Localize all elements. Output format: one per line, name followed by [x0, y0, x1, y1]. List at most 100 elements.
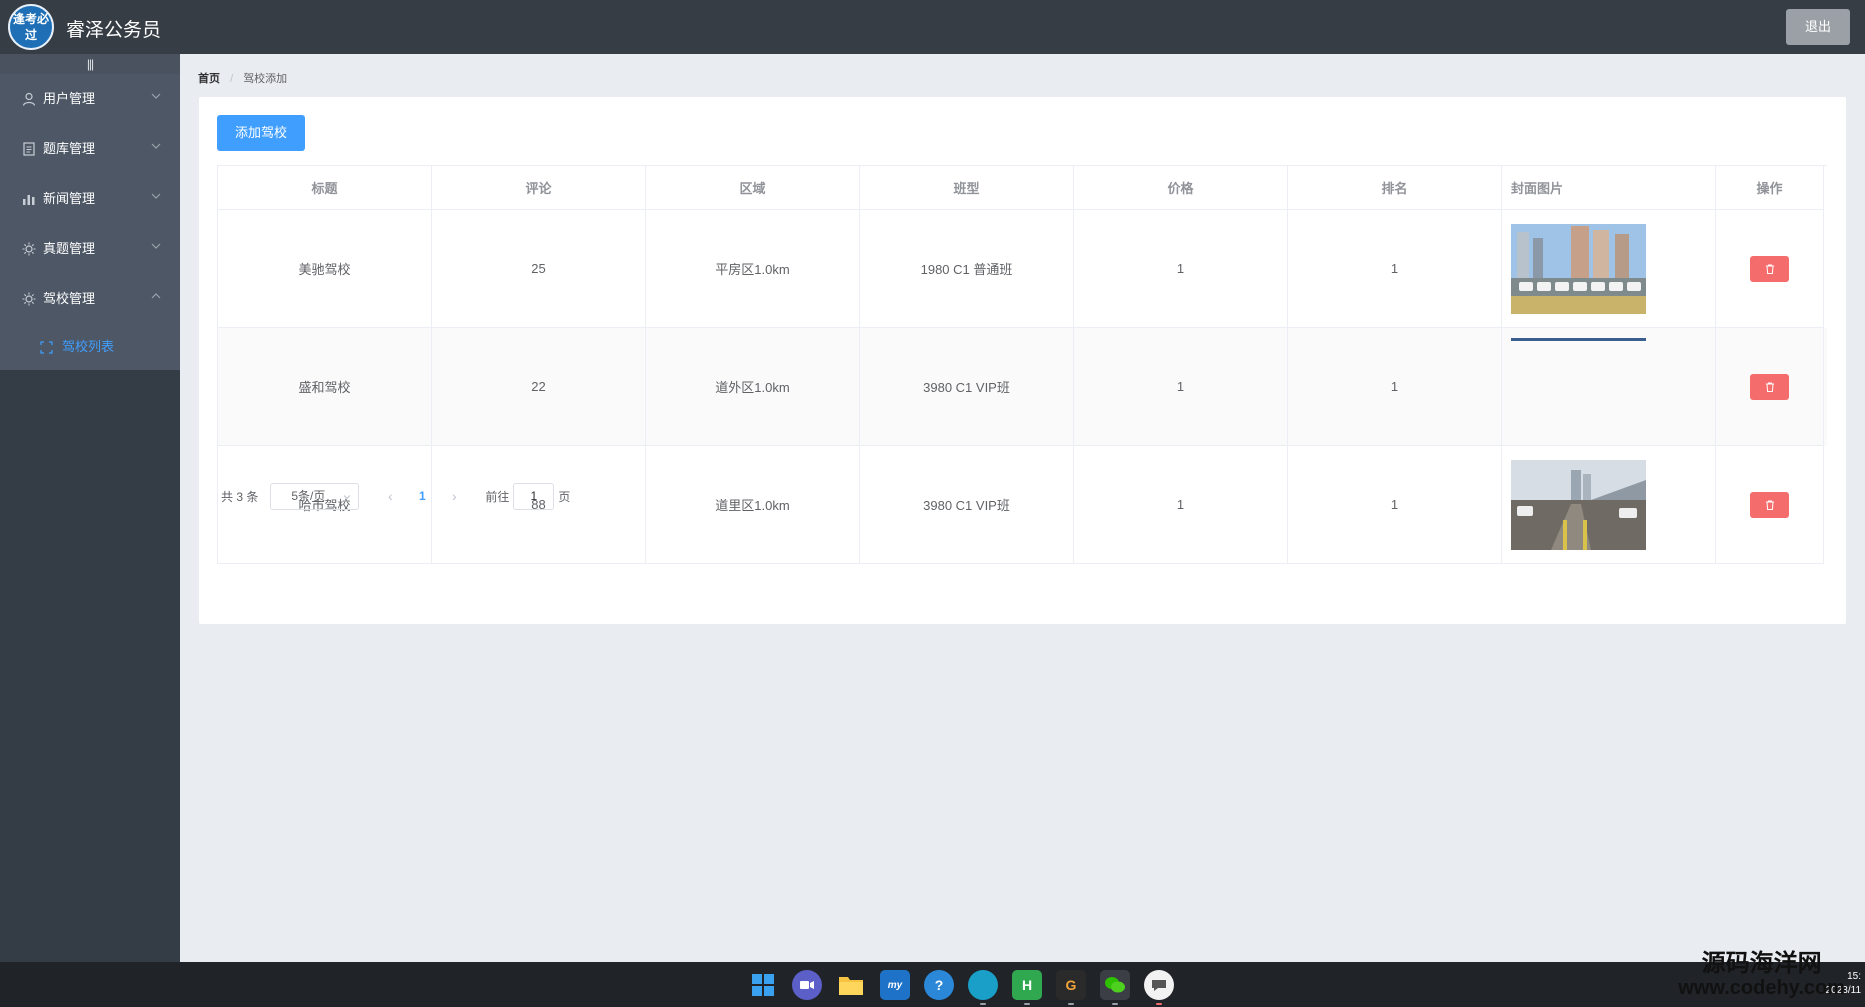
chevron-up-icon — [151, 293, 161, 299]
sidebar-item-driving-school[interactable]: 驾校管理 — [0, 274, 180, 324]
prev-page-button[interactable]: ‹ — [373, 488, 407, 504]
table-row: 美驰驾校 25 平房区1.0km 1980 C1 普通班 1 1 — [218, 210, 1827, 328]
add-school-button[interactable]: 添加驾校 — [217, 115, 305, 151]
sidebar-item-question-bank[interactable]: 题库管理 — [0, 124, 180, 174]
messenger-icon[interactable] — [1144, 970, 1174, 1005]
chevron-down-icon — [151, 93, 161, 99]
running-indicator — [980, 1003, 986, 1005]
cell-area: 道外区1.0km — [646, 328, 860, 446]
next-page-button[interactable]: › — [437, 488, 471, 504]
cell-actions — [1716, 328, 1824, 446]
table-header-row: 标题 评论 区域 班型 价格 排名 封面图片 操作 — [218, 166, 1827, 210]
running-indicator — [1112, 1003, 1118, 1005]
breadcrumb-separator: / — [230, 73, 234, 85]
windows-start-icon[interactable] — [748, 970, 778, 1000]
sidebar-subitem-school-list[interactable]: 驾校列表 — [0, 324, 180, 370]
app-title: 睿泽公务员 — [66, 20, 162, 41]
goto-page-input[interactable]: 1 — [513, 482, 555, 510]
cell-area: 道里区1.0km — [646, 446, 860, 564]
chevron-down-icon — [151, 193, 161, 199]
sidebar-item-label: 新闻管理 — [43, 191, 96, 206]
column-header-cover: 封面图片 — [1502, 166, 1716, 210]
cell-rank: 1 — [1288, 446, 1502, 564]
hamburger-icon: ||| — [86, 57, 94, 71]
pagination-total: 共 3 条 — [221, 489, 259, 504]
trash-icon — [1765, 264, 1774, 274]
running-indicator — [1024, 1003, 1030, 1005]
watermark: 源码海洋网 www.codehy.com — [1678, 951, 1845, 1000]
cell-class-type: 3980 C1 VIP班 — [860, 328, 1074, 446]
cell-price: 1 — [1074, 210, 1288, 328]
hbuilder-icon[interactable]: H — [1012, 970, 1042, 1005]
cell-comments: 25 — [432, 210, 646, 328]
chevron-down-icon — [343, 494, 351, 499]
sidebar-item-news-management[interactable]: 新闻管理 — [0, 174, 180, 224]
g-app-icon[interactable]: G — [1056, 970, 1086, 1005]
chat-icon[interactable] — [792, 970, 822, 1000]
app-logo: 逢考必过 — [8, 4, 54, 50]
column-header-price: 价格 — [1074, 166, 1288, 210]
sidebar-menu: ||| 用户管理 题库管理 新闻管理 真题管理 驾校管理 驾校列表 — [0, 54, 180, 370]
delete-button[interactable] — [1750, 255, 1789, 282]
column-header-class-type: 班型 — [860, 166, 1074, 210]
running-indicator — [1068, 1003, 1074, 1005]
page-number[interactable]: 1 — [407, 489, 437, 503]
page-size-select[interactable]: 5条/页 — [270, 482, 360, 510]
running-indicator — [1156, 1003, 1162, 1005]
sidebar-item-label: 题库管理 — [43, 141, 96, 156]
pagination: 共 3 条 5条/页 ‹ 1 › 前往 1 页 — [221, 482, 570, 510]
column-header-area: 区域 — [646, 166, 860, 210]
wechat-icon[interactable] — [1100, 970, 1130, 1005]
delete-button[interactable] — [1750, 491, 1789, 518]
delete-button[interactable] — [1750, 373, 1789, 400]
bar-chart-icon — [23, 195, 35, 205]
os-taskbar: my ? H G 15: 2023/11 源码海洋网 www.codehy.co… — [0, 951, 1865, 1007]
collapse-toggle[interactable]: ||| — [0, 54, 180, 74]
content-card: 添加驾校 标题 评论 区域 班型 价格 排名 封面图片 操作 美驰驾校 25 平… — [199, 97, 1846, 624]
sidebar: ||| 用户管理 题库管理 新闻管理 真题管理 驾校管理 驾校列表 — [0, 54, 180, 962]
column-header-actions: 操作 — [1716, 166, 1824, 210]
cover-image — [1511, 338, 1646, 341]
chevron-down-icon — [151, 243, 161, 249]
cell-title: 美驰驾校 — [218, 210, 432, 328]
trash-icon — [1765, 382, 1774, 392]
page-size-value: 5条/页 — [291, 488, 326, 503]
column-header-title: 标题 — [218, 166, 432, 210]
gear-icon — [22, 242, 36, 256]
cell-area: 平房区1.0km — [646, 210, 860, 328]
sidebar-item-user-management[interactable]: 用户管理 — [0, 74, 180, 124]
cover-image — [1511, 459, 1646, 550]
sidebar-item-exam-management[interactable]: 真题管理 — [0, 224, 180, 274]
chevron-down-icon — [151, 143, 161, 149]
trash-icon — [1765, 500, 1774, 510]
cell-actions — [1716, 446, 1824, 564]
user-icon — [22, 92, 36, 106]
table-row: 盛和驾校 22 道外区1.0km 3980 C1 VIP班 1 1 — [218, 328, 1827, 446]
edge-browser-icon[interactable] — [968, 970, 998, 1005]
document-icon — [23, 142, 35, 156]
cell-cover — [1502, 446, 1716, 564]
sidebar-item-label: 真题管理 — [43, 241, 96, 256]
cell-class-type: 1980 C1 普通班 — [860, 210, 1074, 328]
help-icon[interactable]: ? — [924, 970, 954, 1000]
cell-cover — [1502, 210, 1716, 328]
file-explorer-icon[interactable] — [836, 970, 866, 1000]
logo-text: 逢考必过 — [12, 12, 49, 42]
cover-image — [1511, 223, 1646, 314]
column-header-comments: 评论 — [432, 166, 646, 210]
sidebar-subitem-label: 驾校列表 — [62, 339, 115, 354]
breadcrumb-home[interactable]: 首页 — [198, 73, 220, 85]
cell-class-type: 3980 C1 VIP班 — [860, 446, 1074, 564]
watermark-line2: www.codehy.com — [1678, 977, 1845, 999]
logout-button[interactable]: 退出 — [1786, 9, 1850, 45]
cell-price: 1 — [1074, 328, 1288, 446]
sidebar-item-label: 用户管理 — [43, 91, 96, 106]
taskbar-icons: my ? H G — [748, 970, 1174, 1005]
cell-comments: 22 — [432, 328, 646, 446]
cell-rank: 1 — [1288, 210, 1502, 328]
fullscreen-icon — [40, 341, 53, 354]
mysql-tool-icon[interactable]: my — [880, 970, 910, 1000]
breadcrumb: 首页 / 驾校添加 — [198, 70, 287, 86]
goto-suffix: 页 — [558, 489, 571, 504]
gear-icon — [22, 292, 36, 306]
